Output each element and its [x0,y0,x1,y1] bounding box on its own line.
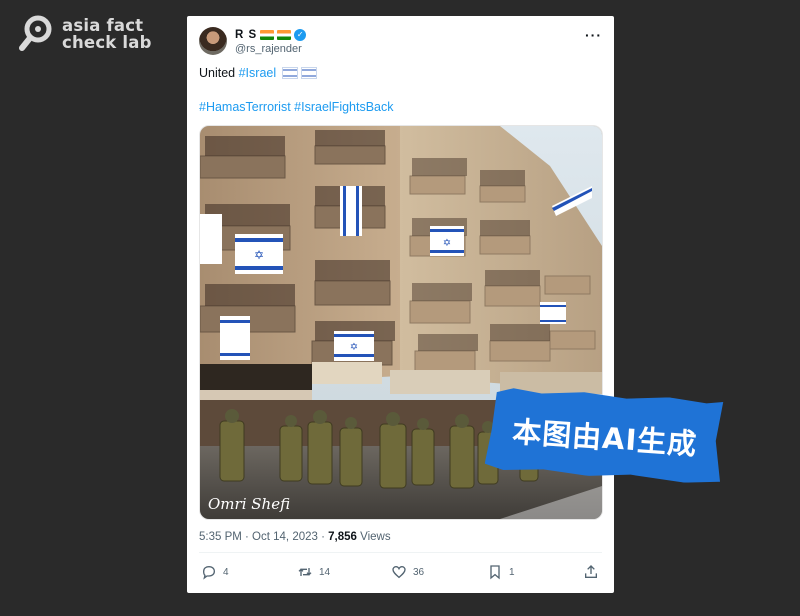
bookmark-icon [490,565,500,580]
more-icon[interactable]: ··· [585,27,602,43]
retweet-count: 14 [319,566,331,578]
svg-text:✡: ✡ [350,342,358,353]
tweet-text-line-1: United #Israel [199,66,318,80]
svg-text:✡: ✡ [254,248,264,262]
retweet-button[interactable]: 14 [297,564,330,580]
ai-generated-sticker: 本图由AI生成 [484,385,725,485]
reply-button[interactable]: 4 [201,564,229,580]
like-icon [392,565,406,579]
share-button[interactable] [583,564,605,580]
retweet-icon [298,568,312,576]
share-icon [585,565,597,578]
bookmark-count: 1 [509,566,515,578]
verified-icon: ✓ [294,29,307,41]
like-button[interactable]: 36 [391,564,424,580]
logo-line-2: check lab [62,33,152,52]
avatar[interactable] [199,27,227,55]
views-label: Views [356,531,391,543]
reply-icon [202,565,216,580]
action-bar: 4 14 36 1 [199,564,601,582]
hashtag-israel-link[interactable]: #Israel [239,66,277,80]
israel-flag-emoji [282,67,299,79]
tweet-text-prefix: United [199,66,239,80]
tweet-card: R S ✓ @rs_rajender ··· United #Israel #H… [187,16,614,593]
hashtags-line[interactable]: #HamasTerrorist #IsraelFightsBack [199,100,394,114]
divider [199,552,602,553]
display-name[interactable]: R S [235,29,257,41]
svg-text:✡: ✡ [443,238,451,249]
bookmark-button[interactable]: 1 [487,564,515,580]
india-flag-emoji [260,30,275,40]
user-handle[interactable]: @rs_rajender [235,43,302,55]
israel-flag-emoji [301,67,318,79]
views-count: 7,856 [328,531,357,543]
magnifier-logo-icon [19,15,52,51]
india-flag-emoji [277,30,292,40]
image-signature: Omri Shefi [208,495,290,513]
tweet-timestamp-row: 5:35 PM · Oct 14, 2023 · 7,856 Views [199,531,391,543]
tweet-timestamp[interactable]: 5:35 PM · Oct 14, 2023 · [199,531,328,543]
like-count: 36 [413,566,425,578]
logo-line-1: asia fact [62,16,144,35]
asia-fact-check-lab-logo: asia fact check lab [18,14,152,54]
reply-count: 4 [223,566,229,578]
